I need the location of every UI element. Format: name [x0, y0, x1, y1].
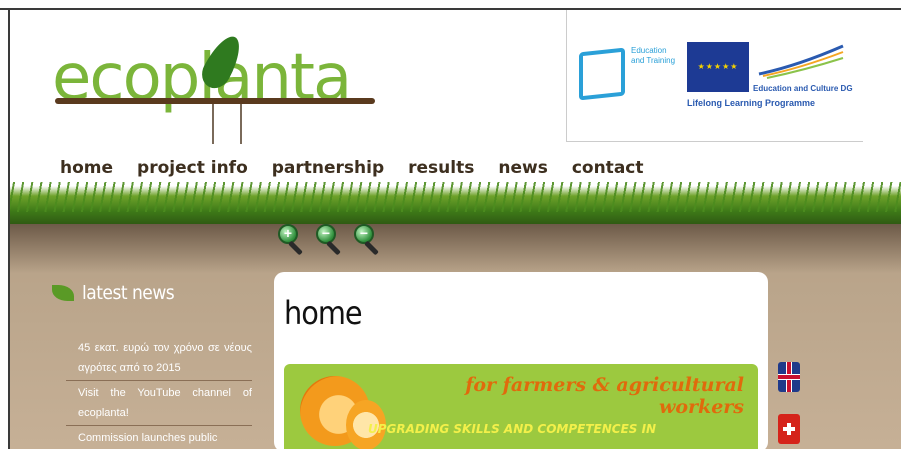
eu-programme-logos: Education and Training ★★★★★ Education a… [566, 10, 863, 142]
nav-results[interactable]: results [408, 158, 474, 178]
nav-contact[interactable]: contact [572, 158, 644, 178]
site-header: ecoplanta Education and Training ★★★★★ E… [10, 10, 901, 192]
main-navigation: home project info partnership results ne… [60, 158, 644, 178]
uk-flag-icon[interactable] [778, 362, 800, 392]
grass-blades [10, 182, 901, 212]
banner-headline-cont: workers [659, 396, 744, 418]
zoom-out-button[interactable]: − [316, 224, 342, 260]
culture-swoosh-icon [758, 44, 844, 79]
education-culture-label: Education and Culture DG [753, 84, 853, 93]
zoom-reset-button[interactable]: − [354, 224, 380, 260]
banner-subline: UPGRADING SKILLS AND COMPETENCES IN [368, 422, 657, 436]
eu-stars-icon: ★★★★★ [697, 62, 739, 71]
nav-project-info[interactable]: project info [137, 158, 248, 178]
browser-viewport: ecoplanta Education and Training ★★★★★ E… [0, 0, 901, 449]
window-left-edge [0, 10, 10, 449]
latest-news-title: latest news [82, 282, 175, 304]
nav-home[interactable]: home [60, 158, 113, 178]
swiss-flag-icon[interactable] [778, 414, 800, 444]
news-list: 45 εκατ. ευρώ τον χρόνο σε νέους αγρότες… [66, 336, 252, 449]
latest-news-sidebar: latest news 45 εκατ. ευρώ τον χρόνο σε ν… [52, 282, 262, 444]
education-monitor-icon [579, 47, 625, 101]
leaf-icon [52, 285, 74, 301]
zoom-out-icon: − [316, 224, 336, 244]
text-zoom-controls: + − − [278, 224, 380, 260]
magnifier-handle [326, 240, 341, 256]
lifelong-learning-label: Lifelong Learning Programme [687, 98, 816, 108]
language-switcher [778, 362, 800, 444]
latest-news-header: latest news [52, 282, 262, 304]
education-training-label: Education and Training [631, 46, 676, 65]
news-item[interactable]: Visit the YouTube channel of ecoplanta! [66, 381, 252, 426]
news-item[interactable]: 45 εκατ. ευρώ τον χρόνο σε νέους αγρότες… [66, 336, 252, 381]
flag-cross [778, 374, 800, 380]
zoom-in-icon: + [278, 224, 298, 244]
roots-icon [212, 104, 242, 144]
eu-flag-icon: ★★★★★ [687, 42, 749, 92]
main-content-card: home for farmers & agricultural workers … [274, 272, 768, 449]
magnifier-handle [288, 240, 303, 256]
magnifier-handle [364, 240, 379, 256]
nav-news[interactable]: news [498, 158, 547, 178]
flag-cross [783, 427, 795, 431]
nav-partnership[interactable]: partnership [272, 158, 384, 178]
ecoplanta-logo[interactable]: ecoplanta [52, 30, 392, 152]
window-top-edge [0, 0, 901, 10]
grass-strip [10, 176, 901, 226]
news-item[interactable]: Commission launches public [66, 426, 252, 449]
page-title: home [284, 294, 363, 332]
zoom-in-button[interactable]: + [278, 224, 304, 260]
project-banner[interactable]: for farmers & agricultural workers UPGRA… [284, 364, 758, 449]
zoom-reset-icon: − [354, 224, 374, 244]
banner-headline: for farmers & agricultural [465, 374, 744, 396]
